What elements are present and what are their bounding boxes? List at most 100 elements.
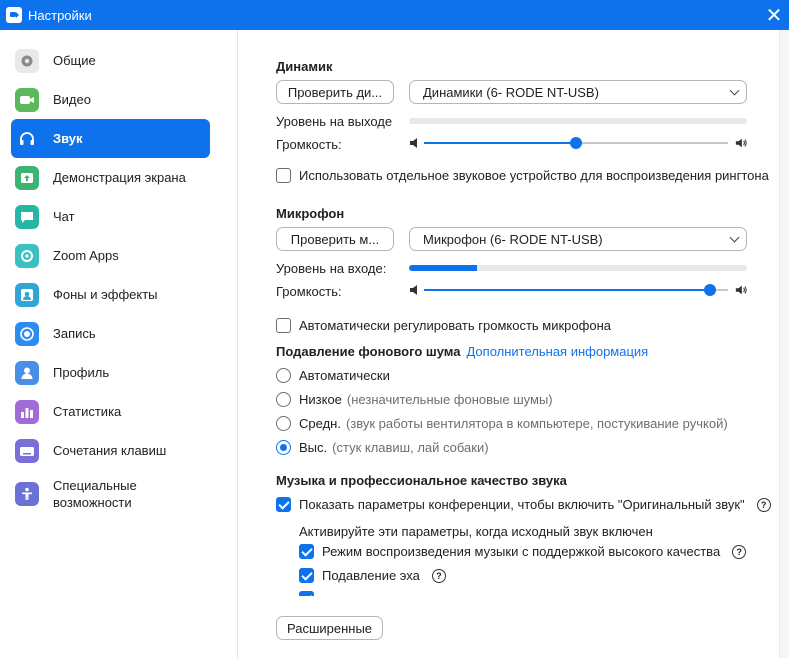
statistics-icon xyxy=(15,399,39,424)
gear-icon xyxy=(15,48,39,73)
slider-fill xyxy=(424,142,576,144)
audio-settings-panel: Динамик Проверить ди... Динамики (6- ROD… xyxy=(239,30,789,658)
vertical-scrollbar[interactable] xyxy=(779,30,789,658)
slider-track xyxy=(424,137,728,149)
output-level-label: Уровень на выходе xyxy=(276,114,393,129)
sidebar-item-label: Общие xyxy=(53,53,96,68)
chat-bubble-icon xyxy=(15,204,39,229)
output-level-meter xyxy=(409,118,747,124)
noise-option-label: Средн. xyxy=(299,416,341,431)
noise-option-radio[interactable]: Автоматически xyxy=(276,368,395,383)
test-speaker-button[interactable]: Проверить ди... xyxy=(276,80,394,104)
record-icon xyxy=(15,321,39,346)
hifi-music-label: Режим воспроизведения музыки с поддержко… xyxy=(322,544,721,559)
sidebar-item-label: Демонстрация экрана xyxy=(53,170,186,185)
checkbox-box xyxy=(299,544,314,559)
sidebar-item-keyboard[interactable]: Сочетания клавиш xyxy=(11,431,210,470)
checkbox-box xyxy=(299,568,314,583)
noise-option-hint: (звук работы вентилятора в компьютере, п… xyxy=(345,416,728,431)
window-title: Настройки xyxy=(28,7,92,23)
stereo-audio-checkbox[interactable] xyxy=(299,591,314,596)
activate-note: Активируйте эти параметры, когда исходны… xyxy=(299,524,653,539)
sidebar-item-label: Фоны и эффекты xyxy=(53,287,158,302)
video-camera-icon xyxy=(15,87,39,112)
sidebar-item-label: Специальные возможности xyxy=(53,478,137,510)
sidebar-item-label: Звук xyxy=(53,131,83,146)
title-bar: Настройки ✕ xyxy=(0,0,789,30)
music-quality-heading: Музыка и профессиональное качество звука xyxy=(276,473,567,488)
sidebar-item-label: Сочетания клавиш xyxy=(53,443,167,458)
close-button[interactable]: ✕ xyxy=(759,0,789,30)
input-level-meter xyxy=(409,265,747,271)
slider-fill xyxy=(424,289,710,291)
share-screen-icon xyxy=(15,165,39,190)
radio-dot xyxy=(276,440,291,455)
speaker-volume-slider[interactable] xyxy=(409,136,747,150)
microphone-heading: Микрофон xyxy=(276,206,345,221)
sidebar-item-video-camera[interactable]: Видео xyxy=(11,80,210,119)
speaker-device-select[interactable]: Динамики (6- RODE NT-USB) xyxy=(409,80,747,104)
sidebar-item-profile[interactable]: Профиль xyxy=(11,353,210,392)
keyboard-icon xyxy=(15,438,39,463)
chevron-down-icon xyxy=(729,232,740,243)
noise-option-radio[interactable]: Выс. (стук клавиш, лай собаки) xyxy=(276,440,489,455)
speaker-heading: Динамик xyxy=(276,59,333,74)
noise-option-radio[interactable]: Низкое (незначительные фоновые шумы) xyxy=(276,392,553,407)
sidebar-item-record[interactable]: Запись xyxy=(11,314,210,353)
microphone-volume-label: Громкость: xyxy=(276,284,342,299)
noise-suppression-heading: Подавление фонового шума Дополнительная и… xyxy=(276,344,648,359)
speaker-volume-label: Громкость: xyxy=(276,137,342,152)
noise-option-radio[interactable]: Средн. (звук работы вентилятора в компьют… xyxy=(276,416,728,431)
headphones-icon xyxy=(15,127,39,151)
background-effects-icon xyxy=(15,282,39,307)
volume-high-icon xyxy=(735,138,747,148)
checkbox-box xyxy=(276,318,291,333)
input-level-label: Уровень на входе: xyxy=(276,261,387,276)
test-microphone-button[interactable]: Проверить м... xyxy=(276,227,394,251)
sidebar-item-background-effects[interactable]: Фоны и эффекты xyxy=(11,275,210,314)
help-icon[interactable]: ? xyxy=(732,544,747,559)
settings-scroll-area[interactable]: Динамик Проверить ди... Динамики (6- ROD… xyxy=(239,30,779,596)
radio-dot xyxy=(276,392,291,407)
hifi-music-checkbox[interactable]: Режим воспроизведения музыки с поддержко… xyxy=(299,544,747,559)
profile-icon xyxy=(15,360,39,385)
microphone-volume-slider[interactable] xyxy=(409,283,747,297)
advanced-button[interactable]: Расширенные xyxy=(276,616,383,640)
apps-icon xyxy=(15,243,39,268)
settings-sidebar: Общие Видео Звук Демонстрация экрана Чат Zoom… xyxy=(0,30,238,658)
input-level-fill xyxy=(409,265,477,271)
slider-knob[interactable] xyxy=(703,284,716,296)
noise-option-label: Низкое xyxy=(299,392,342,407)
zoom-logo-icon xyxy=(6,7,22,23)
show-original-sound-checkbox[interactable]: Показать параметры конференции, чтобы вк… xyxy=(276,497,771,512)
auto-adjust-volume-checkbox[interactable]: Автоматически регулировать громкость мик… xyxy=(276,318,611,333)
separate-ringtone-device-checkbox[interactable]: Использовать отдельное звуковое устройст… xyxy=(276,168,769,183)
more-info-link[interactable]: Дополнительная информация xyxy=(466,344,648,359)
sidebar-item-gear[interactable]: Общие xyxy=(11,41,210,80)
slider-track xyxy=(424,284,728,296)
sidebar-item-apps[interactable]: Zoom Apps xyxy=(11,236,210,275)
help-icon[interactable]: ? xyxy=(756,497,771,512)
noise-suppression-title: Подавление фонового шума xyxy=(276,344,461,359)
show-original-sound-label: Показать параметры конференции, чтобы вк… xyxy=(299,497,745,512)
checkbox-box xyxy=(276,168,291,183)
speaker-device-value: Динамики (6- RODE NT-USB) xyxy=(423,84,599,100)
noise-option-hint: (незначительные фоновые шумы) xyxy=(346,392,553,407)
auto-adjust-volume-label: Автоматически регулировать громкость мик… xyxy=(299,318,611,333)
sidebar-item-chat-bubble[interactable]: Чат xyxy=(11,197,210,236)
sidebar-item-accessibility[interactable]: Специальные возможности xyxy=(11,470,210,518)
sidebar-item-headphones[interactable]: Звук xyxy=(11,119,210,158)
sidebar-item-label: Видео xyxy=(53,92,91,107)
sidebar-item-statistics[interactable]: Статистика xyxy=(11,392,210,431)
noise-option-label: Автоматически xyxy=(299,368,390,383)
microphone-device-select[interactable]: Микрофон (6- RODE NT-USB) xyxy=(409,227,747,251)
echo-cancellation-checkbox[interactable]: Подавление эха ? xyxy=(299,568,446,583)
volume-high-icon xyxy=(735,285,747,295)
noise-option-label: Выс. xyxy=(299,440,328,455)
accessibility-icon xyxy=(15,482,39,506)
help-icon[interactable]: ? xyxy=(431,568,446,583)
echo-cancellation-label: Подавление эха xyxy=(322,568,420,583)
slider-knob[interactable] xyxy=(570,137,582,149)
sidebar-item-share-screen[interactable]: Демонстрация экрана xyxy=(11,158,210,197)
sidebar-item-label: Чат xyxy=(53,209,75,224)
